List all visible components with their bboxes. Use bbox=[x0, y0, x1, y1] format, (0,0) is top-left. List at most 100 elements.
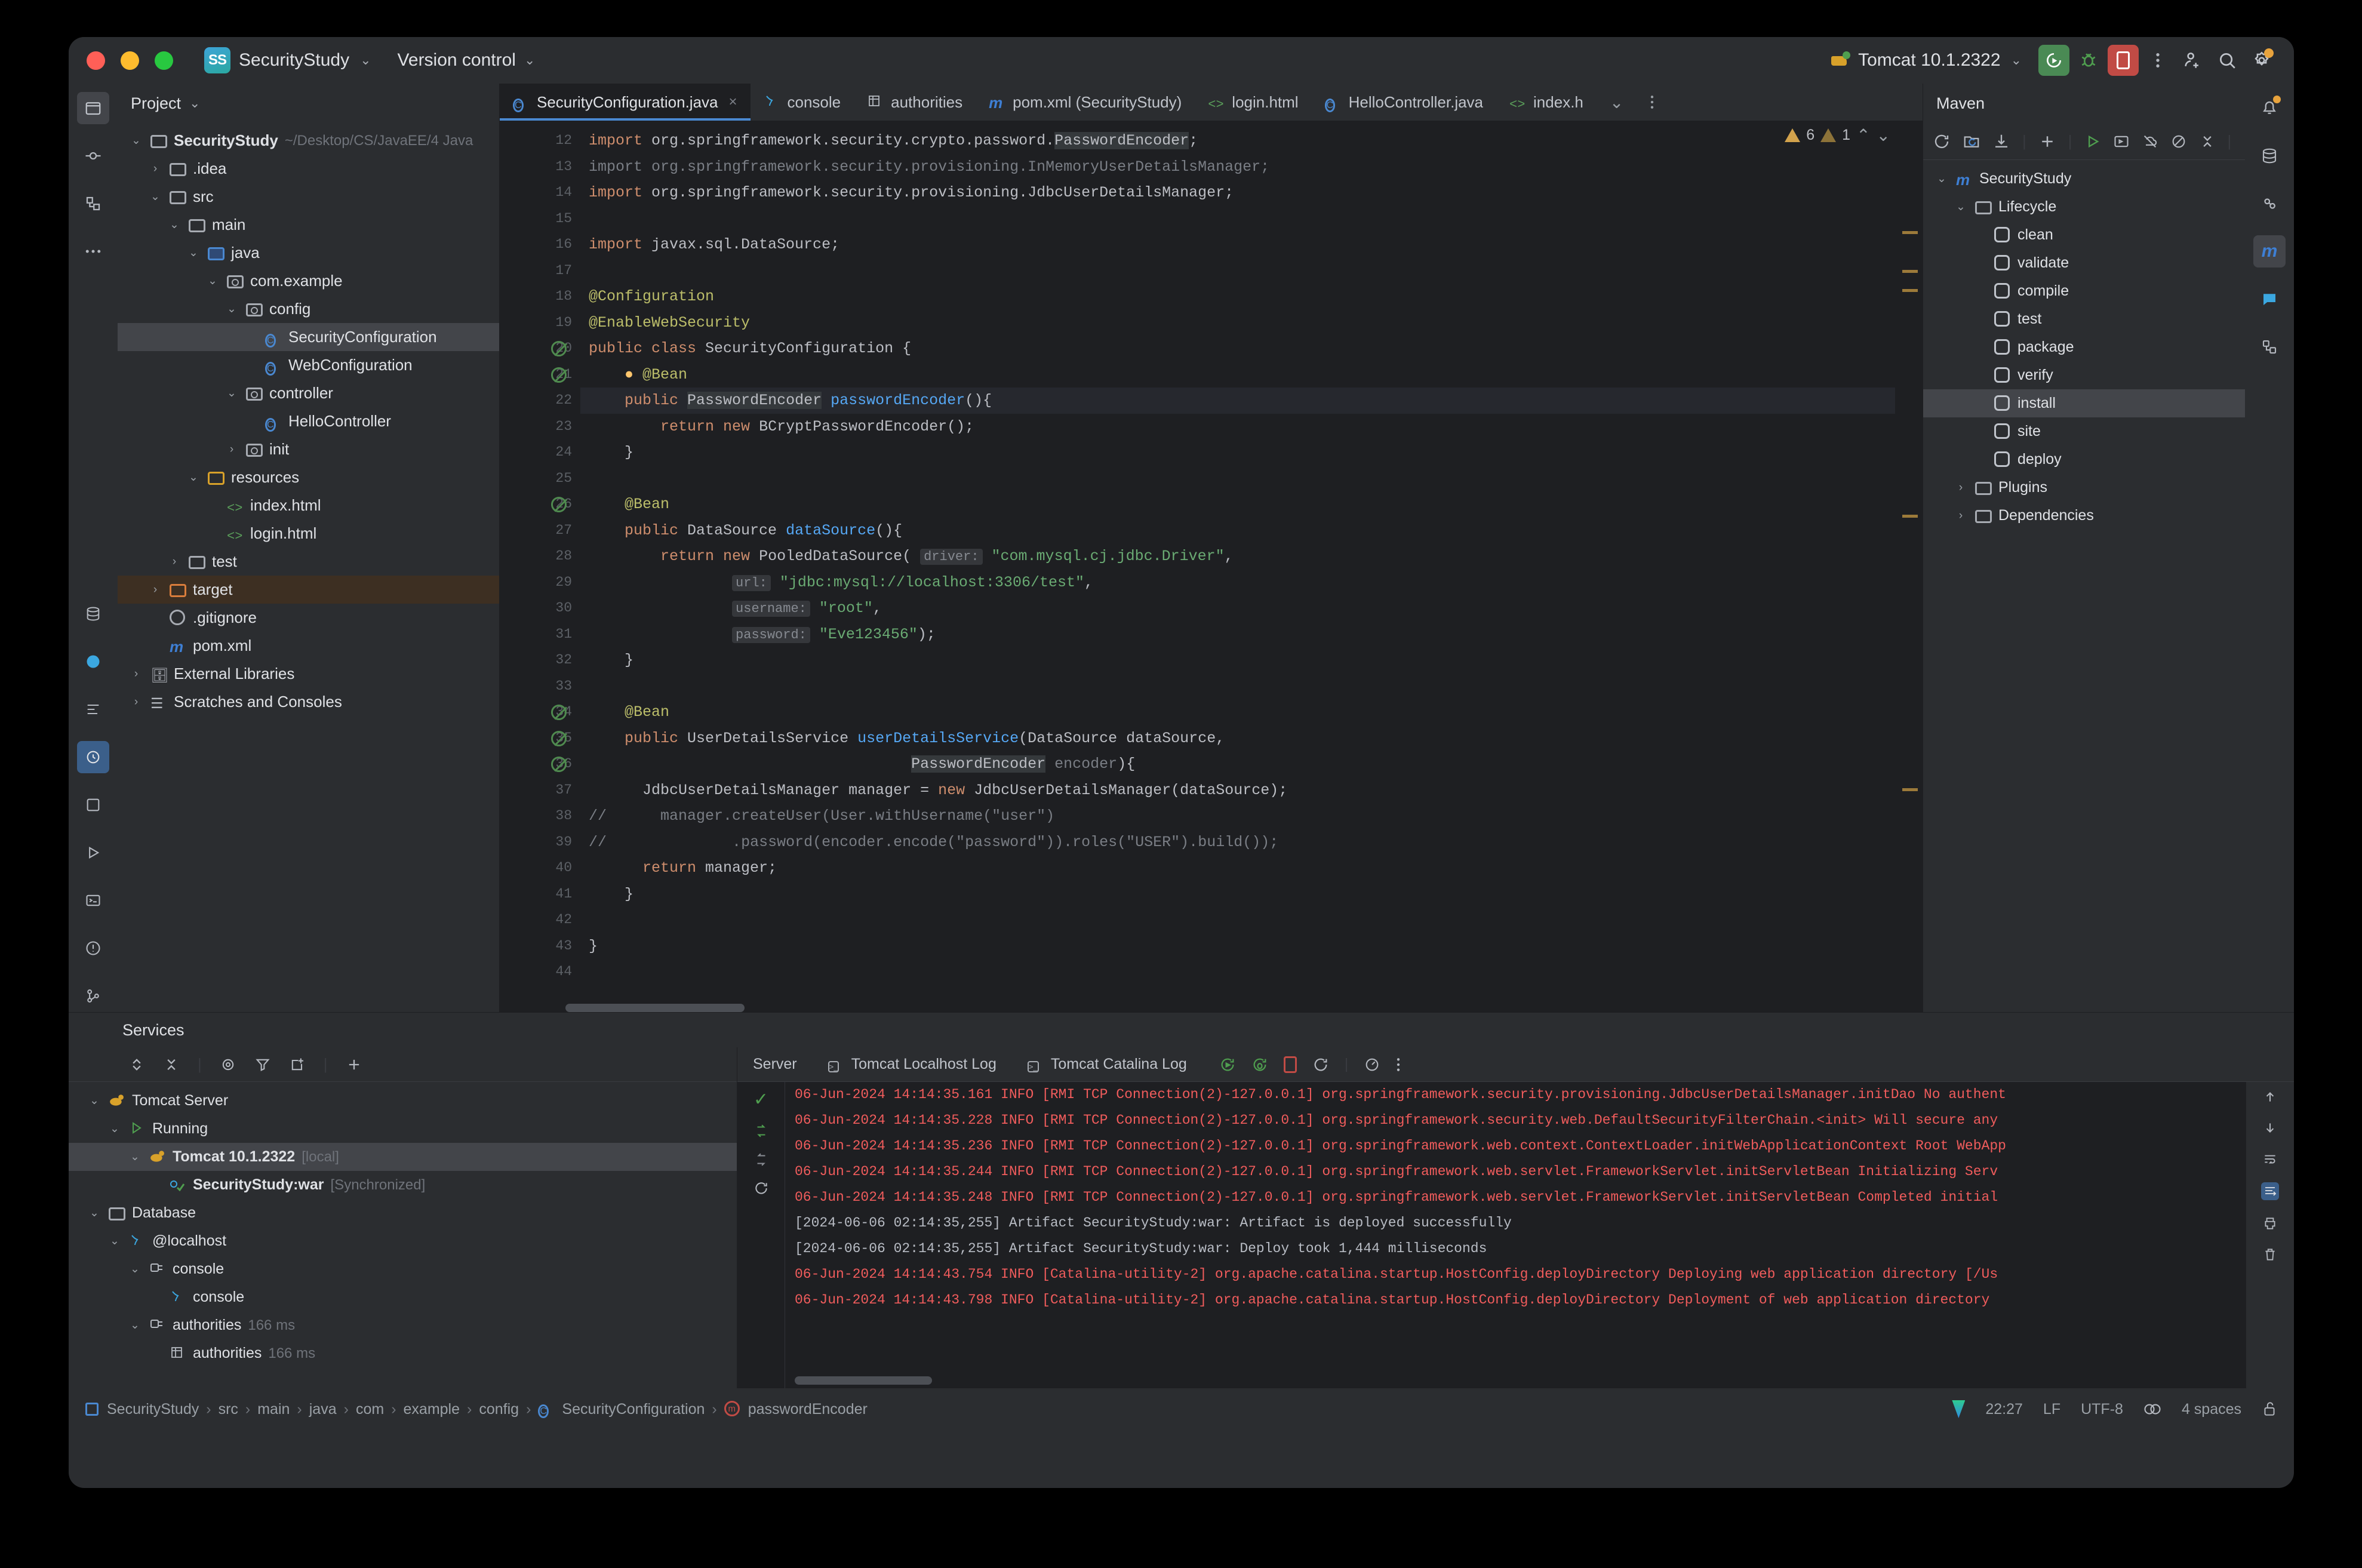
chevron-down-icon[interactable]: ⌄ bbox=[127, 1262, 143, 1276]
breadcrumb-item[interactable]: main bbox=[257, 1401, 290, 1418]
expand-all-icon[interactable] bbox=[128, 1056, 145, 1073]
chevron-down-icon[interactable]: ⌄ bbox=[87, 1206, 102, 1220]
maven-tree-item[interactable]: compile bbox=[1923, 277, 2245, 305]
chevron-down-icon[interactable]: ⌄ bbox=[147, 190, 163, 204]
collapse-all-icon[interactable] bbox=[163, 1056, 180, 1073]
tree-item[interactable]: <>index.html bbox=[118, 491, 499, 519]
breadcrumb-item[interactable]: passwordEncoder bbox=[748, 1401, 868, 1418]
restart-icon[interactable] bbox=[1312, 1056, 1329, 1073]
tree-item[interactable]: ›init bbox=[118, 435, 499, 463]
console-horizontal-scrollbar[interactable] bbox=[795, 1376, 932, 1385]
service-tree-item[interactable]: SecurityStudy:war[Synchronized] bbox=[69, 1171, 737, 1199]
editor-tab[interactable]: console bbox=[751, 84, 854, 121]
chevron-down-icon[interactable]: ⌄ bbox=[1953, 200, 1969, 214]
editor-tab[interactable]: <>login.html bbox=[1195, 84, 1311, 121]
project-selector[interactable]: SS SecurityStudy ⌄ bbox=[204, 47, 371, 73]
structure-tool-icon[interactable] bbox=[77, 187, 109, 220]
close-window-button[interactable] bbox=[87, 51, 105, 70]
console-side-actions[interactable] bbox=[2246, 1082, 2294, 1388]
console-actions[interactable]: | bbox=[1219, 1056, 1401, 1073]
chevron-down-icon[interactable]: ⌄ bbox=[189, 96, 200, 111]
search-icon[interactable] bbox=[2212, 45, 2243, 76]
chevron-down-icon[interactable]: ⌄ bbox=[127, 1318, 143, 1332]
maven-tree-item[interactable]: deploy bbox=[1923, 445, 2245, 474]
tree-item[interactable]: ›🗄External Libraries bbox=[118, 660, 499, 688]
inspection-icon[interactable] bbox=[2143, 1401, 2161, 1417]
settings-icon[interactable] bbox=[220, 1056, 236, 1073]
refresh-icon[interactable] bbox=[753, 1180, 769, 1196]
delete-icon[interactable] bbox=[2262, 1247, 2278, 1262]
breadcrumb-item[interactable]: src bbox=[219, 1401, 238, 1418]
lock-icon[interactable] bbox=[2262, 1401, 2277, 1418]
jump-icon[interactable] bbox=[753, 1152, 769, 1167]
terminal-tool-icon[interactable] bbox=[77, 884, 109, 917]
tree-item[interactable]: ⌄config bbox=[118, 295, 499, 323]
services-toolbar[interactable]: | | bbox=[69, 1047, 737, 1082]
editor-tab[interactable]: CHelloController.java bbox=[1312, 84, 1496, 121]
chevron-right-icon[interactable]: › bbox=[147, 583, 163, 597]
problems-tool-icon[interactable] bbox=[77, 693, 109, 725]
tree-item[interactable]: CSecurityConfiguration bbox=[118, 323, 499, 351]
service-tree-item[interactable]: ⌄console bbox=[69, 1255, 737, 1283]
ai-chat-icon[interactable] bbox=[2253, 283, 2286, 315]
service-tree-item[interactable]: console bbox=[69, 1283, 737, 1311]
tree-item[interactable]: .gitignore bbox=[118, 604, 499, 632]
inspection-widget[interactable]: 6 1 ⌃ ⌄ bbox=[1785, 125, 1890, 145]
maven-tree-item[interactable]: validate bbox=[1923, 249, 2245, 277]
notifications-icon[interactable] bbox=[2253, 92, 2286, 124]
bean-gutter-icon[interactable] bbox=[551, 341, 567, 356]
caret-position[interactable]: 22:27 bbox=[1985, 1401, 2023, 1418]
console-output[interactable]: 06-Jun-2024 14:14:35.161 INFO [RMI TCP C… bbox=[785, 1082, 2246, 1388]
code-content[interactable]: import org.springframework.security.cryp… bbox=[580, 121, 1923, 1012]
soft-wrap-icon[interactable] bbox=[2262, 1151, 2278, 1167]
tree-item[interactable]: ⌄SecurityStudy~/Desktop/CS/JavaEE/4 Java bbox=[118, 127, 499, 155]
add-icon[interactable] bbox=[2038, 133, 2056, 150]
chevron-down-icon[interactable]: ⌄ bbox=[205, 274, 220, 288]
tree-item[interactable]: mpom.xml bbox=[118, 632, 499, 660]
breadcrumb-item[interactable]: SecurityStudy bbox=[107, 1401, 199, 1418]
chevron-down-icon[interactable]: ⌄ bbox=[107, 1234, 122, 1248]
ai-assistant-icon[interactable] bbox=[77, 645, 109, 678]
tree-item[interactable]: ›target bbox=[118, 576, 499, 604]
reimport-icon[interactable] bbox=[1963, 133, 1980, 150]
project-tree[interactable]: ⌄SecurityStudy~/Desktop/CS/JavaEE/4 Java… bbox=[118, 123, 499, 1012]
add-icon[interactable] bbox=[346, 1056, 362, 1073]
bean-gutter-icon[interactable] bbox=[551, 757, 567, 772]
gradle-icon[interactable] bbox=[2253, 187, 2286, 220]
editor-tab[interactable]: mpom.xml (SecurityStudy) bbox=[976, 84, 1195, 121]
prev-problem-icon[interactable]: ⌃ bbox=[1856, 125, 1870, 145]
service-tree-item[interactable]: ⌄@localhost bbox=[69, 1227, 737, 1255]
collapse-icon[interactable] bbox=[2199, 133, 2216, 150]
chevron-down-icon[interactable]: ⌄ bbox=[127, 1150, 143, 1164]
next-problem-icon[interactable]: ⌄ bbox=[1877, 125, 1890, 145]
chevron-down-icon[interactable]: ⌄ bbox=[107, 1122, 122, 1136]
indent-setting[interactable]: 4 spaces bbox=[2182, 1401, 2241, 1418]
chevron-right-icon[interactable]: › bbox=[147, 162, 163, 176]
print-icon[interactable] bbox=[2262, 1216, 2278, 1231]
maven-tree-item[interactable]: verify bbox=[1923, 361, 2245, 389]
maven-toolbar[interactable]: | | | › bbox=[1923, 123, 2245, 160]
run-configuration-selector[interactable]: Tomcat 10.1.2322 ⌄ bbox=[1830, 50, 2022, 70]
console-tab[interactable]: >_Tomcat Localhost Log bbox=[813, 1047, 1012, 1082]
maven-tree-item[interactable]: ⌄Lifecycle bbox=[1923, 193, 2245, 221]
filter-icon[interactable] bbox=[254, 1056, 271, 1073]
chevron-down-icon[interactable]: ⌄ bbox=[167, 218, 182, 232]
reload-icon[interactable] bbox=[1933, 133, 1951, 150]
editor-tab[interactable]: authorities bbox=[854, 84, 976, 121]
editor-tab[interactable]: <>index.h bbox=[1496, 84, 1597, 121]
database-icon[interactable] bbox=[2253, 140, 2286, 172]
run-icon[interactable] bbox=[2084, 133, 2101, 150]
breadcrumb-item[interactable]: example bbox=[404, 1401, 460, 1418]
maven-tree-item[interactable]: ›Plugins bbox=[1923, 474, 2245, 502]
service-tree-item[interactable]: ⌄Tomcat 10.1.2322[local] bbox=[69, 1143, 737, 1171]
editor-tab[interactable]: CSecurityConfiguration.java× bbox=[500, 84, 751, 121]
rerun-debug-icon[interactable] bbox=[1251, 1056, 1268, 1073]
more-icon[interactable] bbox=[1396, 1057, 1401, 1072]
more-icon[interactable] bbox=[1637, 84, 1668, 121]
tree-item[interactable]: ›test bbox=[118, 548, 499, 576]
settings-icon[interactable] bbox=[2246, 45, 2277, 76]
endpoints-icon[interactable] bbox=[2253, 331, 2286, 363]
service-tree-item[interactable]: ⌄Running bbox=[69, 1115, 737, 1143]
offline-icon[interactable] bbox=[2142, 133, 2158, 150]
tune-icon[interactable] bbox=[1364, 1056, 1380, 1073]
